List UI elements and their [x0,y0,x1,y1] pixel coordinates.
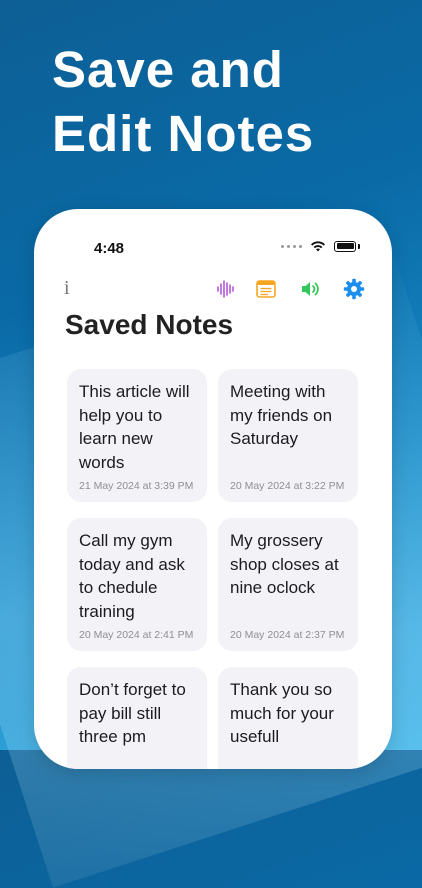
battery-cap [358,243,360,249]
notes-icon[interactable] [254,277,278,301]
note-card[interactable]: Don’t forget to pay bill still three pm [67,667,207,769]
note-card[interactable]: My grossery shop closes at nine oclock 2… [218,518,358,651]
wifi-icon [311,241,325,252]
toolbar: i [34,277,392,301]
note-date: 21 May 2024 at 3:39 PM [79,480,194,492]
status-indicators [281,239,360,253]
promo-headline: Save and Edit Notes [52,38,392,166]
note-card[interactable]: Meeting with my friends on Saturday 20 M… [218,369,358,502]
note-date: 20 May 2024 at 3:22 PM [230,480,345,492]
note-text: This article will help you to learn new … [79,382,190,472]
waveform-icon[interactable] [214,277,238,301]
note-text: Don’t forget to pay bill still three pm [79,680,186,746]
battery-icon [334,240,356,252]
info-icon[interactable]: i [64,277,70,300]
status-time: 4:48 [94,240,125,257]
headline-line-1: Save and [52,41,284,98]
speaker-icon[interactable] [298,277,322,301]
note-card[interactable]: Call my gym today and ask to chedule tra… [67,518,207,651]
note-text: Call my gym today and ask to chedule tra… [79,531,185,621]
page-title: Saved Notes [65,309,234,340]
note-date: 20 May 2024 at 2:37 PM [230,629,345,641]
gear-icon[interactable] [342,277,366,301]
note-card[interactable]: This article will help you to learn new … [67,369,207,502]
phone-frame: 4:48 i Saved Notes This article will hel… [34,209,392,769]
note-text: My grossery shop closes at nine oclock [230,531,339,597]
note-card[interactable]: Thank you so much for your usefull [218,667,358,769]
note-text: Meeting with my friends on Saturday [230,382,333,448]
signal-icon [281,244,302,248]
note-date: 20 May 2024 at 2:41 PM [79,629,194,641]
note-text: Thank you so much for your usefull [230,680,334,746]
headline-line-2: Edit Notes [52,105,315,162]
